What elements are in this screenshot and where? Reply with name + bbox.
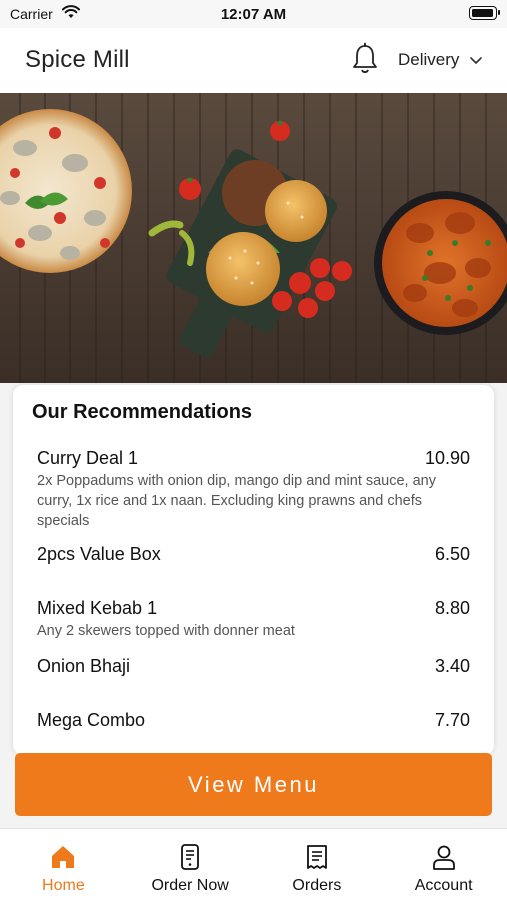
app-title: Spice Mill: [25, 46, 130, 73]
tab-home[interactable]: Home: [0, 829, 127, 900]
battery-icon: [469, 6, 500, 20]
tab-orders[interactable]: Orders: [254, 829, 381, 900]
menu-item[interactable]: Mixed Kebab 1 8.80 Any 2 skewers topped …: [37, 598, 470, 641]
menu-item-price: 8.80: [434, 598, 470, 618]
tab-account[interactable]: Account: [380, 829, 507, 900]
view-menu-button[interactable]: View Menu: [15, 753, 492, 816]
menu-item-name: Mixed Kebab 1: [37, 598, 158, 618]
menu-item-description: 2x Poppadums with onion dip, mango dip a…: [37, 473, 436, 529]
app-header: Spice Mill Delivery: [0, 28, 507, 93]
chevron-down-icon: [470, 57, 483, 64]
recommendations-card: Our Recommendations Curry Deal 1 10.90 2…: [13, 385, 494, 755]
menu-item-price: 6.50: [434, 544, 470, 564]
status-time: 12:07 AM: [220, 6, 287, 23]
bottom-tab-bar: Home Order Now Orders Account: [0, 828, 507, 900]
menu-item[interactable]: Mega Combo 7.70: [37, 710, 470, 731]
app-screen: Carrier 12:07 AM Spice Mill Delivery Our…: [0, 0, 507, 900]
menu-item[interactable]: 2pcs Value Box 6.50: [37, 544, 470, 565]
home-icon: [52, 846, 75, 868]
bell-icon[interactable]: [350, 42, 380, 76]
menu-item-description: Any 2 skewers topped with donner meat: [37, 623, 295, 639]
order-icon: [181, 844, 200, 870]
delivery-mode-select[interactable]: Delivery: [398, 46, 483, 74]
tab-label: Home: [42, 877, 85, 894]
tab-label: Account: [414, 877, 473, 894]
menu-item-price: 10.90: [424, 448, 470, 468]
menu-item-name: 2pcs Value Box: [37, 544, 161, 564]
status-bar: Carrier 12:07 AM: [0, 0, 507, 28]
menu-item-price: 3.40: [434, 656, 470, 676]
menu-item-name: Mega Combo: [37, 710, 146, 730]
hero-food-image: [0, 93, 507, 383]
tab-label: Order Now: [151, 877, 229, 894]
menu-item-price: 7.70: [434, 710, 470, 730]
menu-item-name: Onion Bhaji: [37, 656, 131, 676]
tab-label: Orders: [292, 877, 342, 894]
menu-item[interactable]: Curry Deal 1 10.90 2x Poppadums with oni…: [37, 448, 470, 531]
user-icon: [432, 845, 455, 870]
recommendations-title: Our Recommendations: [32, 401, 253, 423]
menu-item-name: Curry Deal 1: [37, 448, 139, 468]
receipt-icon: [306, 845, 327, 869]
tab-order-now[interactable]: Order Now: [127, 829, 254, 900]
delivery-mode-label: Delivery: [398, 50, 460, 69]
menu-item[interactable]: Onion Bhaji 3.40: [37, 656, 470, 677]
